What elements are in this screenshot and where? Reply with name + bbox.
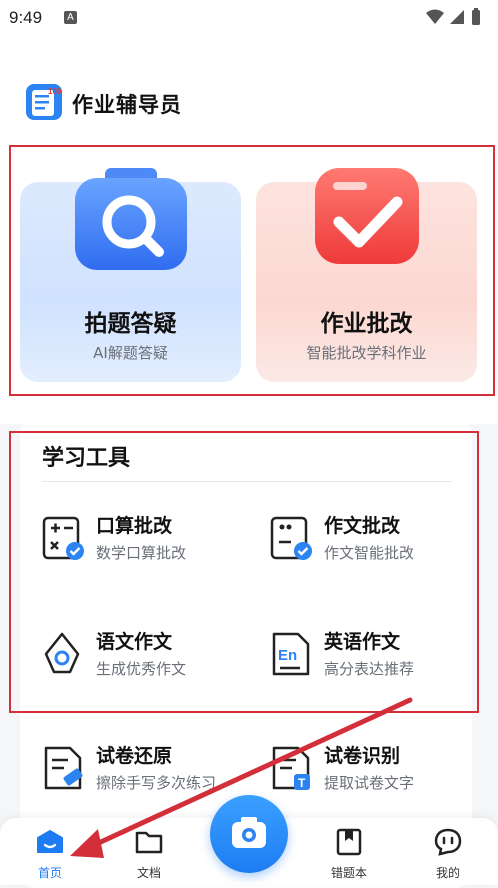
nav-profile-label: 我的: [435, 866, 460, 880]
app-title: 作业辅导员: [72, 93, 182, 117]
nav-home[interactable]: 首页: [20, 828, 80, 881]
eraser-doc-icon: [42, 744, 86, 792]
camera-button[interactable]: [210, 795, 288, 873]
highlight-box-tools: [9, 431, 479, 713]
status-bar: 9:49 A: [0, 0, 498, 34]
wifi-icon: [426, 9, 444, 24]
nav-docs[interactable]: 文档: [119, 828, 179, 881]
tool-paper-restore-title: 试卷还原: [96, 745, 173, 767]
camera-icon: [232, 817, 266, 848]
folder-icon: [135, 831, 163, 854]
highlight-box-cards: [9, 145, 495, 396]
tool-paper-restore[interactable]: 试卷还原 擦除手写多次练习: [42, 744, 216, 794]
bookmark-book-icon: [336, 828, 362, 856]
signal-icon: [450, 10, 464, 24]
app-bar: 100 作业辅导员: [24, 84, 182, 124]
nav-profile[interactable]: 我的: [418, 828, 478, 881]
app-logo-icon: 100: [24, 82, 64, 126]
home-icon: [37, 830, 63, 853]
notification-a-icon: A: [64, 11, 77, 24]
status-time: 9:49: [9, 8, 43, 27]
text-doc-icon: T: [270, 744, 314, 792]
nav-mistakes[interactable]: 错题本: [319, 828, 379, 881]
svg-text:T: T: [298, 776, 306, 790]
tool-paper-restore-subtitle: 擦除手写多次练习: [96, 774, 217, 792]
nav-docs-label: 文档: [136, 866, 161, 880]
svg-text:100: 100: [48, 87, 62, 96]
chat-face-icon: [434, 828, 462, 856]
tool-paper-recognition[interactable]: T 试卷识别 提取试卷文字: [270, 744, 414, 794]
system-icons: [424, 7, 488, 31]
tool-paper-recognition-subtitle: 提取试卷文字: [324, 774, 415, 792]
nav-mistakes-label: 错题本: [330, 866, 367, 880]
nav-home-label: 首页: [37, 866, 62, 880]
battery-icon: [472, 10, 480, 25]
tool-paper-recognition-title: 试卷识别: [324, 745, 401, 767]
